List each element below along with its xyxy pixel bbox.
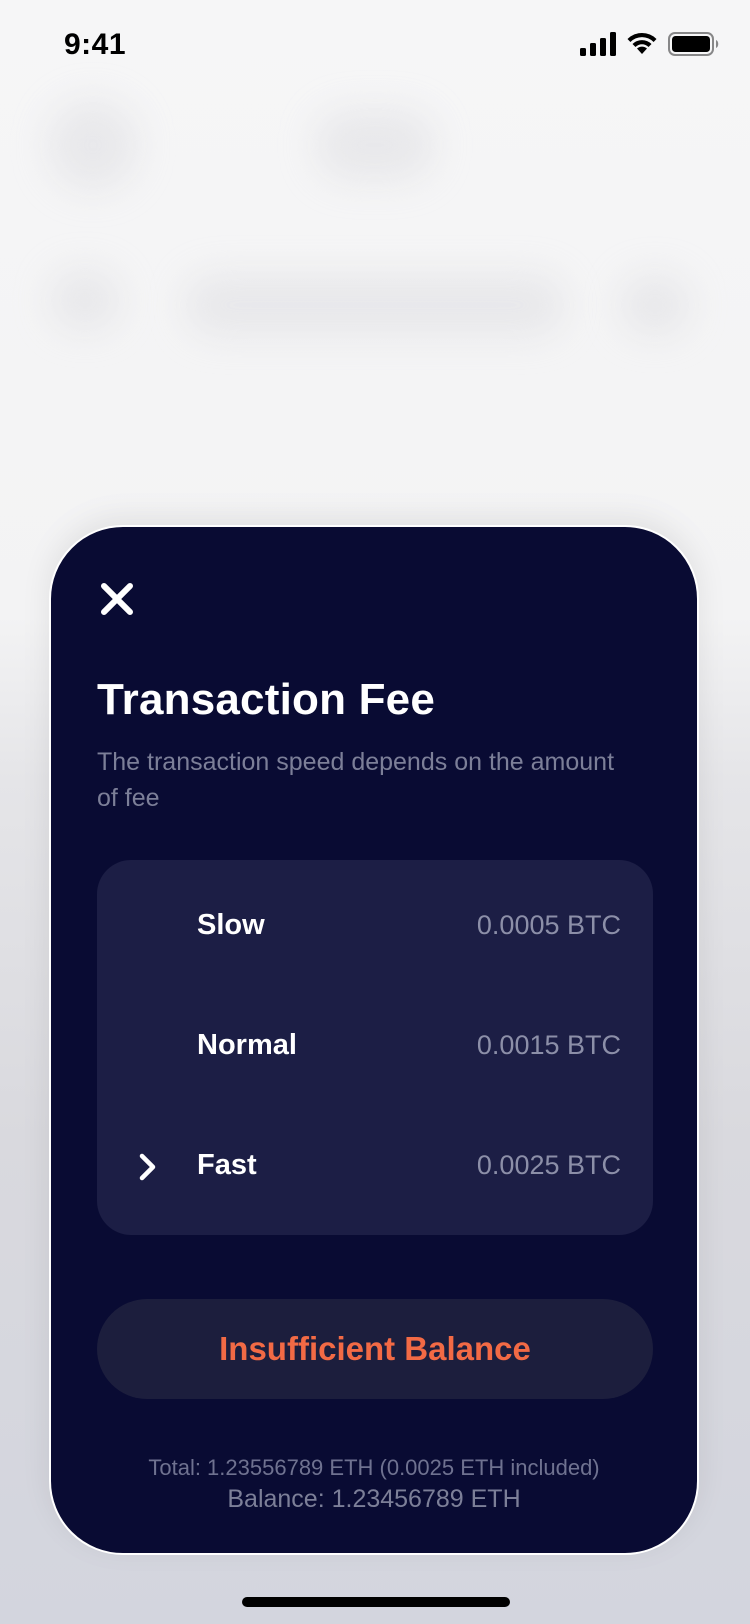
wifi-icon <box>627 32 657 54</box>
fee-option-normal[interactable]: Normal 0.0015 BTC <box>97 988 653 1108</box>
chevron-right-icon <box>139 1153 156 1181</box>
home-indicator <box>242 1597 510 1607</box>
battery-icon <box>668 32 719 56</box>
signal-icon <box>580 32 616 56</box>
fee-option-value: 0.0025 BTC <box>476 1150 621 1180</box>
status-icons <box>580 32 720 56</box>
transaction-fee-sheet: Transaction Fee The transaction speed de… <box>49 525 699 1555</box>
fee-option-value: 0.0005 BTC <box>476 910 621 940</box>
fee-option-value: 0.0015 BTC <box>476 1030 621 1060</box>
close-button[interactable] <box>97 579 137 619</box>
sheet-subtitle: The transaction speed depends on the amo… <box>97 748 615 812</box>
blurred-background-shape <box>48 100 138 190</box>
blurred-background-shape <box>620 275 690 335</box>
fee-option-label: Normal <box>197 1029 297 1061</box>
blurred-background-shape <box>315 110 435 180</box>
status-time: 9:41 <box>64 28 127 61</box>
blurred-background-shape <box>50 270 120 330</box>
fee-option-label: Slow <box>197 909 265 941</box>
close-icon <box>101 583 133 615</box>
fee-option-slow[interactable]: Slow 0.0005 BTC <box>97 868 653 988</box>
blurred-background-shape <box>185 275 565 335</box>
fee-option-label: Fast <box>197 1149 257 1181</box>
balance-text: Balance: 1.23456789 ETH <box>227 1485 521 1513</box>
fee-options-list: Slow 0.0005 BTC Normal 0.0015 BTC Fast 0… <box>97 860 653 1235</box>
insufficient-balance-button[interactable]: Insufficient Balance <box>97 1299 653 1399</box>
insufficient-balance-label: Insufficient Balance <box>219 1330 531 1367</box>
sheet-title: Transaction Fee <box>97 675 436 724</box>
fee-option-fast[interactable]: Fast 0.0025 BTC <box>97 1108 653 1228</box>
total-amount-text: Total: 1.23556789 ETH (0.0025 ETH includ… <box>148 1455 600 1480</box>
status-bar: 9:41 <box>0 0 750 90</box>
